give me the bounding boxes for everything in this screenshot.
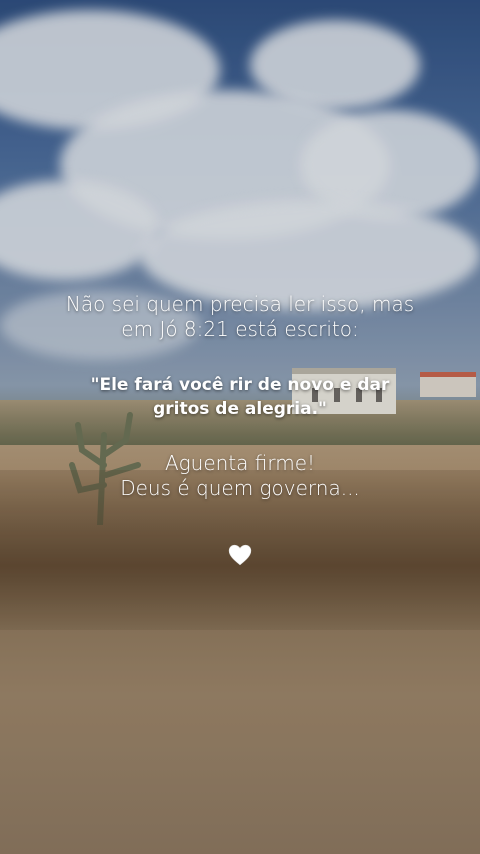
white-heart-icon (228, 544, 252, 566)
closing-text: Aguenta firme! Deus é quem governa... (0, 451, 480, 501)
quote-line: gritos de alegria." (153, 399, 327, 419)
closing-line: Aguenta firme! (164, 451, 316, 475)
quote-line: "Ele fará você rir de novo e dar (90, 375, 390, 395)
intro-line: Não sei quem precisa ler isso, mas (65, 292, 415, 316)
intro-text: Não sei quem precisa ler isso, mas em Jó… (0, 292, 480, 342)
bible-quote: "Ele fará você rir de novo e dar gritos … (0, 373, 480, 421)
photo-dim-overlay (0, 0, 480, 854)
intro-line: em Jó 8:21 está escrito: (121, 317, 359, 341)
closing-line: Deus é quem governa... (120, 476, 360, 500)
background-photo (0, 0, 480, 854)
